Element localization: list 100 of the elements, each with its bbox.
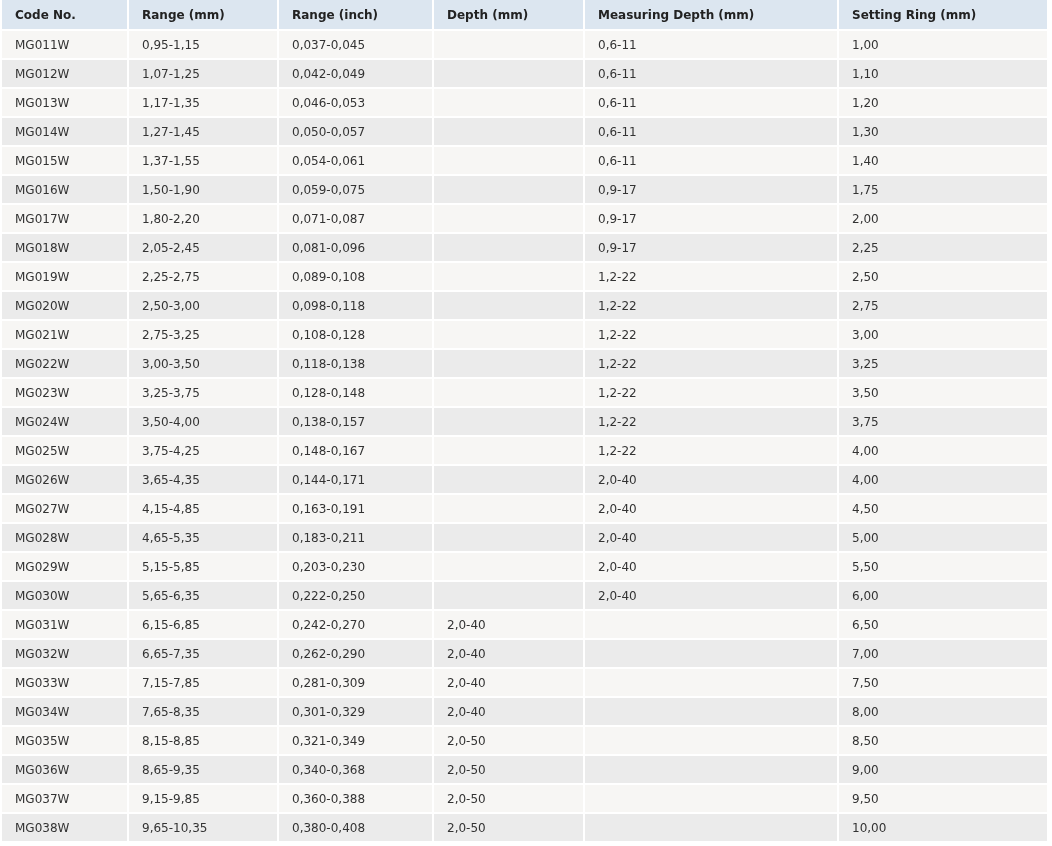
table-cell: MG019W	[1, 262, 128, 291]
table-cell: 0,9-17	[584, 233, 838, 262]
table-cell: 2,0-50	[433, 726, 584, 755]
table-cell: 9,50	[838, 784, 1048, 813]
table-cell: MG038W	[1, 813, 128, 842]
table-cell: 0,262-0,290	[278, 639, 433, 668]
table-cell: 1,2-22	[584, 291, 838, 320]
table-cell: 0,037-0,045	[278, 30, 433, 59]
table-cell: 1,17-1,35	[128, 88, 278, 117]
table-cell: 2,25	[838, 233, 1048, 262]
table-cell: 1,2-22	[584, 378, 838, 407]
table-cell: 0,301-0,329	[278, 697, 433, 726]
table-cell: MG029W	[1, 552, 128, 581]
table-cell: 1,2-22	[584, 320, 838, 349]
table-cell: 2,0-40	[433, 610, 584, 639]
table-cell: 8,50	[838, 726, 1048, 755]
table-cell: MG025W	[1, 436, 128, 465]
table-cell: 0,050-0,057	[278, 117, 433, 146]
table-cell: 0,054-0,061	[278, 146, 433, 175]
table-cell: 2,25-2,75	[128, 262, 278, 291]
table-cell: 0,071-0,087	[278, 204, 433, 233]
table-cell: 0,6-11	[584, 146, 838, 175]
table-cell: 2,75	[838, 291, 1048, 320]
table-cell: 5,15-5,85	[128, 552, 278, 581]
table-cell: 8,65-9,35	[128, 755, 278, 784]
table-cell: 8,15-8,85	[128, 726, 278, 755]
table-cell: 0,9-17	[584, 204, 838, 233]
table-cell: 9,15-9,85	[128, 784, 278, 813]
table-cell: 0,089-0,108	[278, 262, 433, 291]
table-cell: MG030W	[1, 581, 128, 610]
table-cell: MG016W	[1, 175, 128, 204]
table-cell: 4,50	[838, 494, 1048, 523]
table-cell: 1,20	[838, 88, 1048, 117]
table-cell: 8,00	[838, 697, 1048, 726]
table-cell: 4,15-4,85	[128, 494, 278, 523]
table-cell: 2,0-40	[584, 523, 838, 552]
table-cell: 3,50-4,00	[128, 407, 278, 436]
table-cell: 1,10	[838, 59, 1048, 88]
table-cell: MG036W	[1, 755, 128, 784]
table-cell: 0,6-11	[584, 59, 838, 88]
table-cell: MG034W	[1, 697, 128, 726]
column-header: Code No.	[1, 0, 128, 30]
table-cell: 9,65-10,35	[128, 813, 278, 842]
table-cell: 1,80-2,20	[128, 204, 278, 233]
table-cell: 2,0-50	[433, 755, 584, 784]
table-cell: 1,2-22	[584, 407, 838, 436]
column-header: Measuring Depth (mm)	[584, 0, 838, 30]
column-header: Depth (mm)	[433, 0, 584, 30]
table-cell: 1,75	[838, 175, 1048, 204]
table-cell: 3,75-4,25	[128, 436, 278, 465]
table-cell: 0,098-0,118	[278, 291, 433, 320]
table-cell: 1,37-1,55	[128, 146, 278, 175]
table-cell: 0,222-0,250	[278, 581, 433, 610]
table-cell: 0,163-0,191	[278, 494, 433, 523]
table-cell: 0,108-0,128	[278, 320, 433, 349]
table-cell: 0,281-0,309	[278, 668, 433, 697]
table-cell: MG023W	[1, 378, 128, 407]
table-cell: 2,0-40	[584, 465, 838, 494]
table-cell: MG017W	[1, 204, 128, 233]
table-cell: MG022W	[1, 349, 128, 378]
table-cell: MG026W	[1, 465, 128, 494]
table-cell: 7,50	[838, 668, 1048, 697]
table-cell: 2,75-3,25	[128, 320, 278, 349]
table-cell: 0,242-0,270	[278, 610, 433, 639]
table-cell: 0,042-0,049	[278, 59, 433, 88]
table-cell: 0,380-0,408	[278, 813, 433, 842]
column-header: Setting Ring (mm)	[838, 0, 1048, 30]
table-cell: MG032W	[1, 639, 128, 668]
table-cell: 0,6-11	[584, 88, 838, 117]
table-cell: 1,30	[838, 117, 1048, 146]
table-cell: 1,2-22	[584, 262, 838, 291]
table-cell: 2,50-3,00	[128, 291, 278, 320]
table-cell: 0,360-0,388	[278, 784, 433, 813]
table-cell: 2,0-40	[584, 494, 838, 523]
table-cell: 3,50	[838, 378, 1048, 407]
table-cell: 7,00	[838, 639, 1048, 668]
table-cell: 2,0-40	[433, 668, 584, 697]
table-cell: 7,65-8,35	[128, 697, 278, 726]
table-cell: MG027W	[1, 494, 128, 523]
table-cell: 5,50	[838, 552, 1048, 581]
table-cell: 0,144-0,171	[278, 465, 433, 494]
table-cell: 0,95-1,15	[128, 30, 278, 59]
table-cell: 6,50	[838, 610, 1048, 639]
table-cell: 10,00	[838, 813, 1048, 842]
table-cell: 0,203-0,230	[278, 552, 433, 581]
table-cell: 0,321-0,349	[278, 726, 433, 755]
table-cell: MG018W	[1, 233, 128, 262]
table-cell: 0,6-11	[584, 30, 838, 59]
table-cell: 3,25	[838, 349, 1048, 378]
table-cell: 3,00-3,50	[128, 349, 278, 378]
table-cell: MG020W	[1, 291, 128, 320]
table-cell: 3,65-4,35	[128, 465, 278, 494]
table-cell: 6,15-6,85	[128, 610, 278, 639]
table-cell: 6,65-7,35	[128, 639, 278, 668]
table-cell: 5,65-6,35	[128, 581, 278, 610]
table-cell: 2,00	[838, 204, 1048, 233]
table-cell: 2,0-40	[433, 639, 584, 668]
table-cell: 4,65-5,35	[128, 523, 278, 552]
table-cell: 4,00	[838, 465, 1048, 494]
table-cell: 1,2-22	[584, 349, 838, 378]
